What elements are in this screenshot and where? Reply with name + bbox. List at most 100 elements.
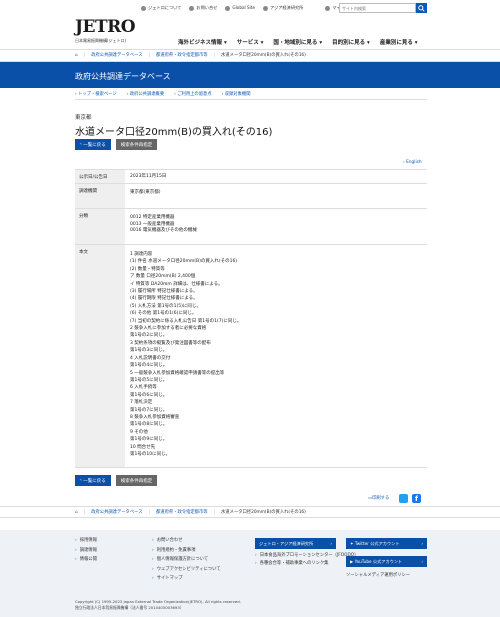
body-line: (7) 当初の契約に係る入札公告日 第1号の1(7)に同じ。 xyxy=(130,318,242,324)
top-link-global[interactable]: Global Site xyxy=(225,5,255,11)
chevron-right-icon: › xyxy=(421,559,423,564)
row-key: 公示日/公告日 xyxy=(75,170,125,183)
twitter-share-icon[interactable] xyxy=(399,494,408,503)
row-key: 本文 xyxy=(75,245,125,467)
body-line: (6) その他 第1号の1(6)に同じ。 xyxy=(130,311,197,317)
breadcrumb: ⌂ | 政府公共調達データベース | 都道府県・政令指定都市等 | 水道メータ口… xyxy=(75,52,306,59)
footer-col-2: お問い合わせ 利用規約・免責事項 個人情報保護方針について ウェブアクセシビリテ… xyxy=(152,536,221,584)
footer-link-contact[interactable]: お問い合わせ xyxy=(152,536,221,546)
social-media-policy-link[interactable]: ソーシャルメディア運用ポリシー xyxy=(346,571,410,581)
logo-text: JETRO xyxy=(75,17,136,37)
footer-link-disclosure[interactable]: 情報公開 xyxy=(75,555,97,565)
english-link[interactable]: › English xyxy=(403,160,422,165)
banner-title: 政府公共調達データベース xyxy=(75,72,171,81)
body-line: 6 入札手続等 xyxy=(130,385,157,391)
nav-by-region[interactable]: 国・地域別に見る ▾ xyxy=(273,38,322,46)
body-line: 第1号の4に同じ。 xyxy=(130,363,168,369)
chevron-down-icon: ▾ xyxy=(260,40,264,46)
home-icon[interactable]: ⌂ xyxy=(75,53,78,58)
search-button[interactable] xyxy=(416,3,427,13)
subnav-agencies[interactable]: › 収録対象機関 xyxy=(222,91,251,97)
footer-link-careers[interactable]: 採用情報 xyxy=(75,536,97,546)
home-icon[interactable]: ⌂ xyxy=(75,510,78,515)
body-line: 2 競争入札に参加する者に必要な資格 xyxy=(130,326,207,332)
chevron-down-icon: ▾ xyxy=(367,40,370,46)
action-buttons-top: ‹ 一覧に戻る 検索条件再指定 xyxy=(75,139,158,150)
top-link-about[interactable]: ジェトロについて xyxy=(141,5,181,11)
subnav-top-search[interactable]: › トップ・検索ページ xyxy=(75,91,117,97)
footer-link-procurement[interactable]: 調達情報 xyxy=(75,546,97,556)
subnav-notes[interactable]: › ご利用上の留意点 xyxy=(174,91,211,97)
top-link-ide[interactable]: アジア経済研究所 xyxy=(263,5,303,11)
print-link[interactable]: ▭印刷する xyxy=(368,495,389,501)
body-line: 第1号の8に同じ。 xyxy=(130,422,168,428)
info-icon xyxy=(141,5,146,11)
top-link-contact[interactable]: お問い合せ xyxy=(189,5,217,11)
copyright: Copyright (C) 1995-2023 Japan External T… xyxy=(75,599,241,610)
detail-table: 公示日/公告日 2023年11月15日 調達機関 東京都(東京都) 分類 001… xyxy=(75,169,427,468)
body-line: 第1号の10に同じ。 xyxy=(130,451,171,457)
table-row: 本文 1 調達内容 (1) 件名 水道メータ口径20mm(B)の買入れ(その16)… xyxy=(75,245,427,468)
new-search-button[interactable]: 検索条件再指定 xyxy=(115,475,158,486)
breadcrumb-current: 水道メータ口径20mm(B)の買入れ(その16) xyxy=(221,53,306,58)
action-buttons-bottom: ‹ 一覧に戻る 検索条件再指定 xyxy=(75,475,158,486)
row-key: 分類 xyxy=(75,209,125,244)
footer-col-1: 採用情報 調達情報 情報公開 xyxy=(75,536,97,565)
nav-services[interactable]: サービス ▾ xyxy=(237,38,264,46)
table-row: 調達機関 東京都(東京都) xyxy=(75,184,427,209)
back-to-list-button[interactable]: ‹ 一覧に戻る xyxy=(75,139,111,150)
row-value: 東京都(東京都) xyxy=(130,190,161,195)
breadcrumb-procurement-db[interactable]: 政府公共調達データベース xyxy=(91,509,142,515)
footer-link-accessibility[interactable]: ウェブアクセシビリティについて xyxy=(152,565,221,575)
body-line: 第1号の3に同じ。 xyxy=(130,348,168,354)
row-value-body: 1 調達内容 (1) 件名 水道メータ口径20mm(B)の買入れ(その16) (2)… xyxy=(125,245,427,467)
body-line: 8 競争入札参加資格審査 xyxy=(130,414,180,420)
youtube-account-button[interactable]: ▶ YouTube 公式アカウント › xyxy=(346,556,427,567)
body-line: 第1号の5に同じ。 xyxy=(130,377,168,383)
nav-by-industry[interactable]: 産業別に見る ▾ xyxy=(380,38,418,46)
prefecture-label: 東京都 xyxy=(75,115,92,121)
body-line: (4) 履行期限 特記仕様書による。 xyxy=(130,296,198,302)
building-icon xyxy=(263,5,269,11)
body-line: 第1号の9に同じ。 xyxy=(130,437,168,443)
chevron-right-icon: › xyxy=(330,541,332,546)
breadcrumb-procurement-db[interactable]: 政府公共調達データベース xyxy=(91,52,142,58)
twitter-account-button[interactable]: ✦ Twitter 公式アカウント › xyxy=(346,538,427,549)
user-icon xyxy=(325,5,331,11)
nav-by-purpose[interactable]: 目的別に見る ▾ xyxy=(332,38,370,46)
footer-link-sitemap[interactable]: サイトマップ xyxy=(152,574,221,584)
facebook-share-icon[interactable]: f xyxy=(412,494,421,503)
ide-jetro-button[interactable]: ジェトロ・アジア経済研究所 › xyxy=(255,538,336,549)
row-key: 調達機関 xyxy=(75,184,125,208)
divider xyxy=(75,99,427,100)
site-search xyxy=(339,3,427,13)
chevron-right-icon: › xyxy=(421,541,423,546)
breadcrumb-prefectures[interactable]: 都道府県・政令指定都市等 xyxy=(156,52,208,58)
subnav-overview[interactable]: › 政府公共調達概要 xyxy=(127,91,164,97)
table-row: 分類 0012 特定産業用機器 0013 一般産業用機器 0016 電気機器及び… xyxy=(75,209,427,245)
body-line: 9 その他 xyxy=(130,429,148,435)
breadcrumb-prefectures[interactable]: 都道府県・政令指定都市等 xyxy=(156,509,208,515)
body-line: 4 入札説明書の交付 xyxy=(130,355,171,361)
mail-icon xyxy=(189,5,195,11)
body-line: (5) 入札方法 第1号の1(5)に同じ。 xyxy=(130,303,201,309)
body-line: 3 契約条項の縦覧及び発注図書等の配布 xyxy=(130,340,211,346)
chevron-down-icon: ▾ xyxy=(319,40,323,46)
search-icon xyxy=(418,4,425,12)
footer-link-meetings[interactable]: 各種会合等・補助事業へのリンク集 xyxy=(255,560,358,568)
search-input[interactable] xyxy=(339,3,416,13)
footer-link-jfoodo[interactable]: 日本食品海外プロモーションセンター（JFOODO） xyxy=(255,552,359,560)
footer-link-terms[interactable]: 利用規約・免責事項 xyxy=(152,546,221,556)
nav-overseas-business[interactable]: 海外ビジネス情報 ▾ xyxy=(178,38,227,46)
chevron-down-icon: ▾ xyxy=(414,40,418,46)
row-value: 0012 特定産業用機器 0013 一般産業用機器 0016 電気機器及びその他… xyxy=(130,215,197,233)
new-search-button[interactable]: 検索条件再指定 xyxy=(115,139,158,150)
breadcrumb-bottom: ⌂ | 政府公共調達データベース | 都道府県・政令指定都市等 | 水道メータ口… xyxy=(75,509,306,516)
top-links: ジェトロについて お問い合せ Global Site アジア経済研究所 マイペー… xyxy=(141,5,353,11)
jetro-logo[interactable]: JETRO 日本貿易振興機構(ジェトロ) xyxy=(75,17,136,44)
table-row: 公示日/公告日 2023年11月15日 xyxy=(75,170,427,184)
back-to-list-button[interactable]: ‹ 一覧に戻る xyxy=(75,475,111,486)
footer-link-privacy[interactable]: 個人情報保護方針について xyxy=(152,555,221,565)
body-line: (2) 数量・特質等 xyxy=(130,266,165,272)
body-line: (3) 履行場所 特記仕様書による。 xyxy=(130,289,198,295)
